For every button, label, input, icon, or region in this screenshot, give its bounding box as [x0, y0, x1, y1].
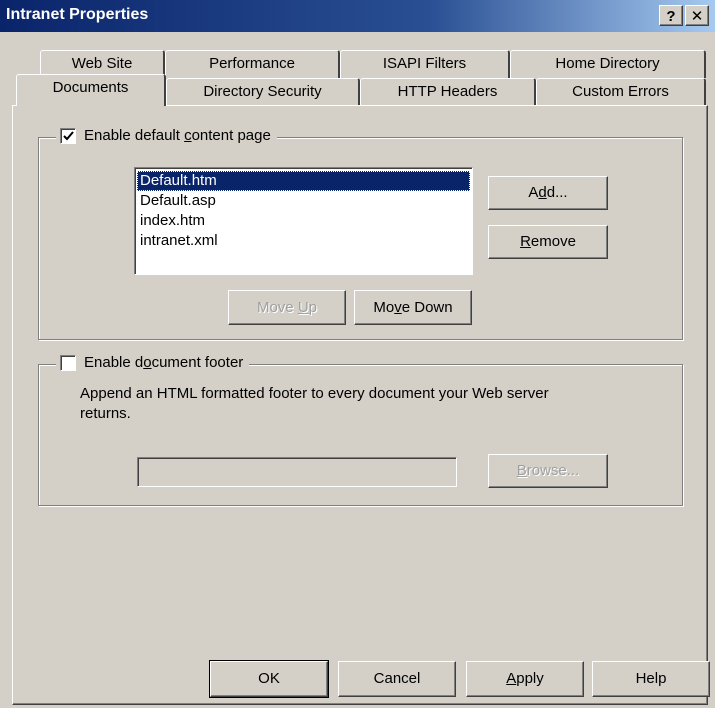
browse-button[interactable]: Browse...: [488, 454, 608, 488]
tab-isapi-filters[interactable]: ISAPI Filters: [340, 50, 510, 78]
window-title: Intranet Properties: [6, 6, 149, 23]
title-bar[interactable]: Intranet Properties ? ✕: [0, 0, 715, 32]
footer-description: Append an HTML formatted footer to every…: [80, 385, 549, 422]
close-icon[interactable]: ✕: [685, 5, 709, 26]
add-button[interactable]: Add...: [488, 176, 608, 210]
apply-button[interactable]: Apply: [466, 661, 584, 697]
list-item[interactable]: Default.asp: [137, 191, 470, 211]
help-button[interactable]: Help: [592, 661, 710, 697]
list-item[interactable]: intranet.xml: [137, 231, 470, 251]
enable-default-content-checkbox[interactable]: [60, 127, 76, 144]
tab-directory-security[interactable]: Directory Security: [166, 78, 360, 106]
tab-http-headers[interactable]: HTTP Headers: [360, 78, 536, 106]
move-up-button[interactable]: Move Up: [228, 290, 346, 325]
enable-document-footer-label[interactable]: Enable document footer: [84, 354, 243, 371]
tab-performance[interactable]: Performance: [165, 50, 340, 78]
default-content-legend: Enable default content page: [56, 127, 277, 144]
list-item[interactable]: index.htm: [137, 211, 470, 231]
enable-default-content-label[interactable]: Enable default content page: [84, 127, 271, 144]
move-down-button[interactable]: Move Down: [354, 290, 472, 325]
checkmark-icon: [63, 130, 74, 140]
cancel-button[interactable]: Cancel: [338, 661, 456, 697]
remove-button[interactable]: Remove: [488, 225, 608, 259]
tab-home-directory[interactable]: Home Directory: [510, 50, 706, 78]
help-icon[interactable]: ?: [659, 5, 683, 26]
ok-button[interactable]: OK: [210, 661, 328, 697]
document-footer-legend: Enable document footer: [56, 354, 250, 371]
list-item[interactable]: Default.htm: [137, 171, 470, 191]
tab-custom-errors[interactable]: Custom Errors: [536, 78, 706, 106]
enable-document-footer-checkbox[interactable]: [60, 354, 76, 371]
tab-documents[interactable]: Documents: [16, 74, 166, 106]
footer-path-input[interactable]: [137, 457, 457, 487]
document-list[interactable]: Default.htm Default.asp index.htm intran…: [134, 167, 473, 275]
